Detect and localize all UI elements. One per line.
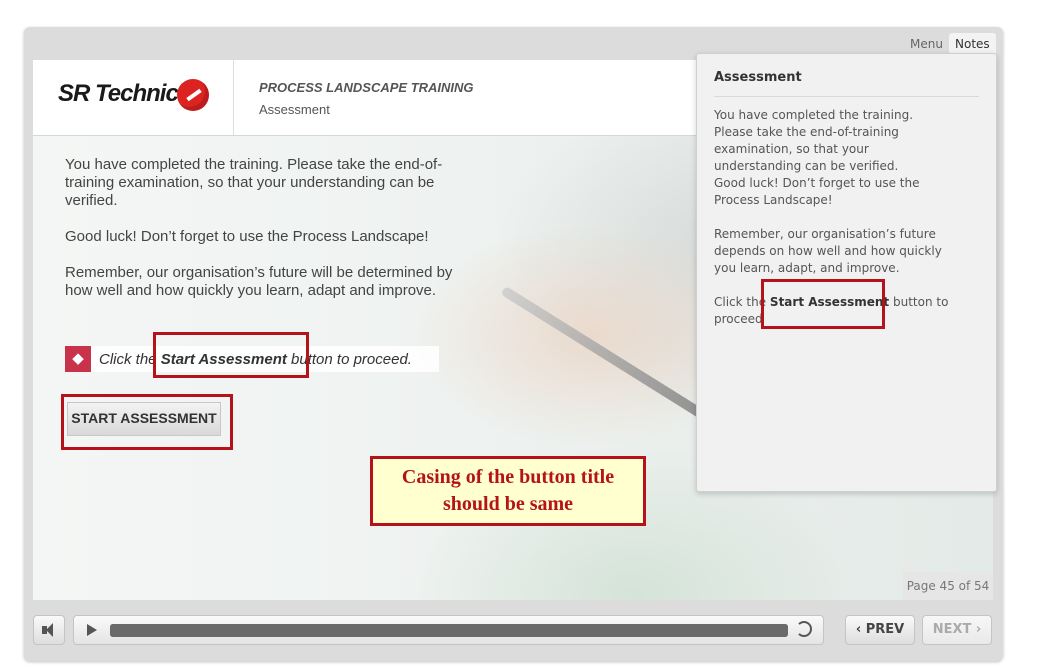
tab-menu[interactable]: Menu bbox=[904, 33, 949, 55]
body-paragraph-1: You have completed the training. Please … bbox=[65, 156, 443, 209]
tab-notes[interactable]: Notes bbox=[949, 33, 996, 55]
notes-paragraph-1: You have completed the training. Please … bbox=[714, 108, 914, 173]
body-paragraph-3: Remember, our organisation’s future will… bbox=[65, 264, 453, 299]
chevron-left-icon: ‹ bbox=[855, 622, 866, 637]
chevron-right-icon: › bbox=[971, 622, 982, 637]
body-paragraph-2: Good luck! Don’t forget to use the Proce… bbox=[65, 228, 429, 245]
notes-panel: Assessment You have completed the traini… bbox=[696, 53, 997, 492]
pen-image bbox=[500, 285, 727, 433]
prev-label: PREV bbox=[865, 622, 905, 637]
annotation-text: Casing of the button title should be same bbox=[401, 466, 615, 515]
next-button[interactable]: NEXT › bbox=[922, 615, 992, 645]
annotation-callout: Casing of the button title should be same bbox=[370, 456, 646, 526]
annotation-box-button bbox=[61, 394, 233, 450]
next-label: NEXT bbox=[932, 622, 972, 637]
play-icon[interactable] bbox=[87, 624, 97, 636]
company-logo: SR Technics bbox=[58, 80, 191, 107]
prev-button[interactable]: ‹ PREV bbox=[845, 615, 915, 645]
annotation-box-instruction bbox=[153, 332, 309, 378]
notes-divider bbox=[714, 96, 979, 97]
progress-track[interactable] bbox=[110, 624, 788, 637]
course-title: PROCESS LANDSCAPE TRAINING bbox=[259, 80, 474, 95]
player-controls: ‹ PREV NEXT › bbox=[24, 607, 1003, 652]
progress-fill bbox=[110, 624, 788, 637]
header-divider bbox=[233, 60, 234, 135]
section-title: Assessment bbox=[259, 102, 330, 117]
notes-paragraph-2: Good luck! Don’t forget to use the Proce… bbox=[714, 176, 920, 207]
volume-icon[interactable] bbox=[33, 615, 65, 645]
seek-bar[interactable] bbox=[73, 615, 824, 645]
notes-title: Assessment bbox=[714, 70, 802, 85]
replay-icon[interactable] bbox=[796, 621, 812, 637]
mouse-click-icon: ◆ bbox=[65, 346, 91, 372]
page-indicator: Page 45 of 54 bbox=[903, 572, 993, 600]
notes-paragraph-3: Remember, our organisation’s future depe… bbox=[714, 227, 942, 275]
logo-mark-icon bbox=[177, 79, 209, 111]
annotation-box-notes bbox=[761, 279, 885, 329]
